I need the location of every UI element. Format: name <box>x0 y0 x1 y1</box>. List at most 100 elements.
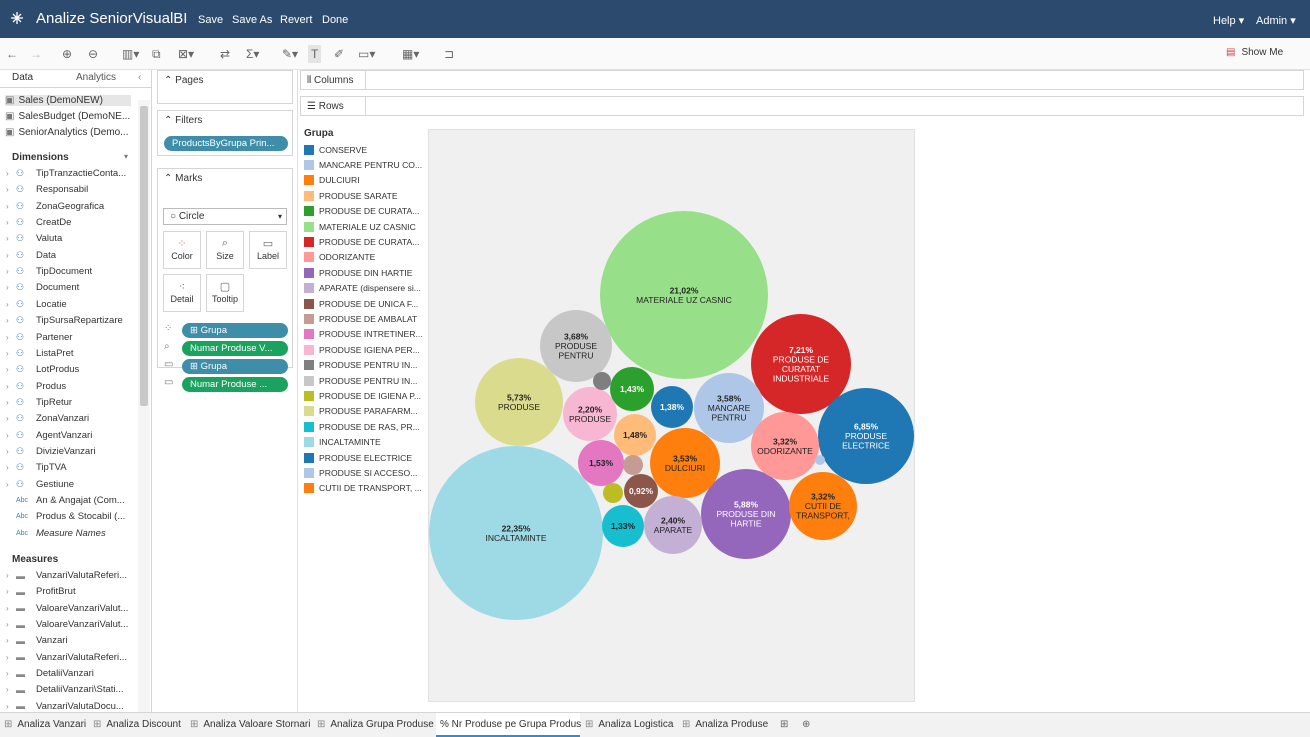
expand-icon[interactable]: › <box>6 685 16 694</box>
marks-field-pill[interactable]: ⊞ Grupa <box>182 323 288 338</box>
dimension-field[interactable]: › ⚇ ZonaVanzari <box>6 413 138 424</box>
dimension-field[interactable]: › ⚇ CreatDe <box>6 217 138 228</box>
expand-icon[interactable]: › <box>6 382 16 391</box>
bubble-mark[interactable]: 1,48% <box>614 414 656 456</box>
measure-field[interactable]: › ▬ VanzariValutaReferi... <box>6 652 138 663</box>
legend-item[interactable]: PRODUSE PENTRU IN... <box>304 373 422 388</box>
expand-icon[interactable]: › <box>6 463 16 472</box>
expand-icon[interactable]: › <box>6 218 16 227</box>
bubble-circle[interactable] <box>603 483 623 503</box>
marks-size-button[interactable]: ⌕ Size <box>206 231 244 269</box>
marks-label-button[interactable]: ▭ Label <box>249 231 287 269</box>
expand-icon[interactable]: › <box>6 620 16 629</box>
bubble-mark[interactable]: 1,33% <box>602 505 644 547</box>
show-labels-icon[interactable]: T <box>308 45 322 63</box>
totals-icon[interactable]: Σ▾ <box>246 45 259 63</box>
bubble-circle[interactable] <box>593 372 611 390</box>
datasource-icon[interactable]: ⊖ <box>88 45 98 63</box>
expand-icon[interactable]: › <box>6 316 16 325</box>
legend-item[interactable]: PRODUSE DE CURATA... <box>304 204 422 219</box>
bubble-circle[interactable] <box>623 455 643 475</box>
dimension-field[interactable]: › ⚇ TipRetur <box>6 397 138 408</box>
bubble-mark[interactable]: 5,88%PRODUSE DINHARTIE <box>701 469 791 559</box>
sheet-tab[interactable]: ⊞ Analiza Produse <box>678 713 774 737</box>
legend-item[interactable]: ODORIZANTE <box>304 250 422 265</box>
measure-field[interactable]: › ▬ ValoareVanzariValut... <box>6 603 138 614</box>
dimension-field[interactable]: › ⚇ ListaPret <box>6 348 138 359</box>
dimension-field[interactable]: Abc Produs & Stocabil (... <box>6 511 138 522</box>
dimension-field[interactable]: Abc Measure Names <box>6 528 138 539</box>
dimensions-menu-icon[interactable]: ▾ <box>124 152 128 161</box>
rows-shelf[interactable]: ☰ Rows <box>300 96 1304 116</box>
marks-field-pill[interactable]: Numar Produse ... <box>182 377 288 392</box>
sheet-tab[interactable]: % Nr Produse pe Grupa Produs <box>436 713 581 737</box>
expand-icon[interactable]: › <box>6 300 16 309</box>
sheet-tab[interactable]: ⊞ Analiza Discount <box>89 713 185 737</box>
expand-icon[interactable]: › <box>6 349 16 358</box>
bubble-mark[interactable]: 3,53%DULCIURI <box>650 428 720 498</box>
legend-item[interactable]: CONSERVE <box>304 142 422 157</box>
expand-icon[interactable]: › <box>6 365 16 374</box>
bubble-mark[interactable] <box>623 455 643 475</box>
dimension-field[interactable]: › ⚇ Responsabil <box>6 184 138 195</box>
color-legend[interactable]: Grupa CONSERVE MANCARE PENTRU CO... DULCIU… <box>304 128 422 496</box>
legend-item[interactable]: PRODUSE DE CURATA... <box>304 234 422 249</box>
legend-item[interactable]: PRODUSE DE RAS, PR... <box>304 419 422 434</box>
bubble-mark[interactable]: 21,02%MATERIALE UZ CASNIC <box>600 211 768 379</box>
legend-item[interactable]: PRODUSE DE IGIENA P... <box>304 388 422 403</box>
legend-item[interactable]: PRODUSE SI ACCESO... <box>304 465 422 480</box>
tab-analytics[interactable]: Analytics <box>76 72 116 83</box>
legend-item[interactable]: PRODUSE PENTRU IN... <box>304 357 422 372</box>
filter-pill[interactable]: ProductsByGrupa Prin... <box>164 136 288 151</box>
legend-item[interactable]: PRODUSE DIN HARTIE <box>304 265 422 280</box>
mark-type-select[interactable]: ○ Circle ▾ <box>163 208 287 225</box>
legend-item[interactable]: APARATE (dispensere si... <box>304 281 422 296</box>
bubble-mark[interactable]: 6,85%PRODUSEELECTRICE <box>818 388 914 484</box>
clear-sheet-icon[interactable]: ⊠▾ <box>178 45 194 63</box>
bubble-mark[interactable] <box>603 483 623 503</box>
expand-icon[interactable]: › <box>6 234 16 243</box>
bubble-mark[interactable]: 3,32%ODORIZANTE <box>751 412 819 480</box>
expand-icon[interactable]: › <box>6 604 16 613</box>
data-pane-scrollbar[interactable] <box>138 100 150 712</box>
marks-tooltip-button[interactable]: ▢ Tooltip <box>206 274 244 312</box>
legend-item[interactable]: DULCIURI <box>304 173 422 188</box>
marks-color-button[interactable]: ⁘ Color <box>163 231 201 269</box>
show-me-button[interactable]: ▤ Show Me <box>1226 47 1283 58</box>
tab-data[interactable]: Data <box>12 72 33 83</box>
forward-icon[interactable]: → <box>30 45 42 63</box>
swap-icon[interactable]: ⇄ <box>220 45 230 63</box>
legend-item[interactable]: MANCARE PENTRU CO... <box>304 157 422 172</box>
dimension-field[interactable]: › ⚇ Data <box>6 250 138 261</box>
dimension-field[interactable]: › ⚇ AgentVanzari <box>6 430 138 441</box>
dimension-field[interactable]: › ⚇ Valuta <box>6 233 138 244</box>
measure-field[interactable]: › ▬ Vanzari <box>6 635 138 646</box>
expand-icon[interactable]: › <box>6 202 16 211</box>
sheet-tab[interactable]: ⊞ Analiza Grupa Produse <box>313 713 435 737</box>
expand-icon[interactable]: › <box>6 267 16 276</box>
measure-field[interactable]: › ▬ ProfitBrut <box>6 586 138 597</box>
dimension-field[interactable]: › ⚇ Partener <box>6 332 138 343</box>
new-story-icon[interactable]: ⊕ <box>798 713 810 737</box>
pages-card[interactable]: ⌃ Pages <box>157 70 293 104</box>
sheet-tab[interactable]: ⊞ Analiza Vanzari <box>0 713 88 737</box>
expand-icon[interactable]: › <box>6 669 16 678</box>
bubble-mark[interactable]: 22,35%INCALTAMINTE <box>429 446 603 620</box>
fit-icon[interactable]: ▭▾ <box>358 45 375 63</box>
marks-field-pill[interactable]: ⊞ Grupa <box>182 359 288 374</box>
expand-icon[interactable]: › <box>6 185 16 194</box>
new-worksheet-icon[interactable]: ▥▾ <box>122 45 139 63</box>
bubble-mark[interactable] <box>815 455 825 465</box>
columns-shelf[interactable]: ⫴ Columns <box>300 70 1304 90</box>
dimension-field[interactable]: › ⚇ DivizieVanzari <box>6 446 138 457</box>
bubble-mark[interactable]: 3,58%MANCAREPENTRU <box>694 373 764 443</box>
duplicate-sheet-icon[interactable]: ⧉ <box>152 45 161 63</box>
scroll-thumb[interactable] <box>140 106 148 406</box>
bubble-mark[interactable]: 1,38% <box>651 386 693 428</box>
measure-field[interactable]: › ▬ DetaliiVanzari <box>6 668 138 679</box>
dimension-field[interactable]: › ⚇ TipTVA <box>6 462 138 473</box>
expand-icon[interactable]: › <box>6 636 16 645</box>
revert-button[interactable]: Revert <box>280 14 312 26</box>
measure-field[interactable]: › ▬ VanzariValutaReferi... <box>6 570 138 581</box>
expand-icon[interactable]: › <box>6 447 16 456</box>
